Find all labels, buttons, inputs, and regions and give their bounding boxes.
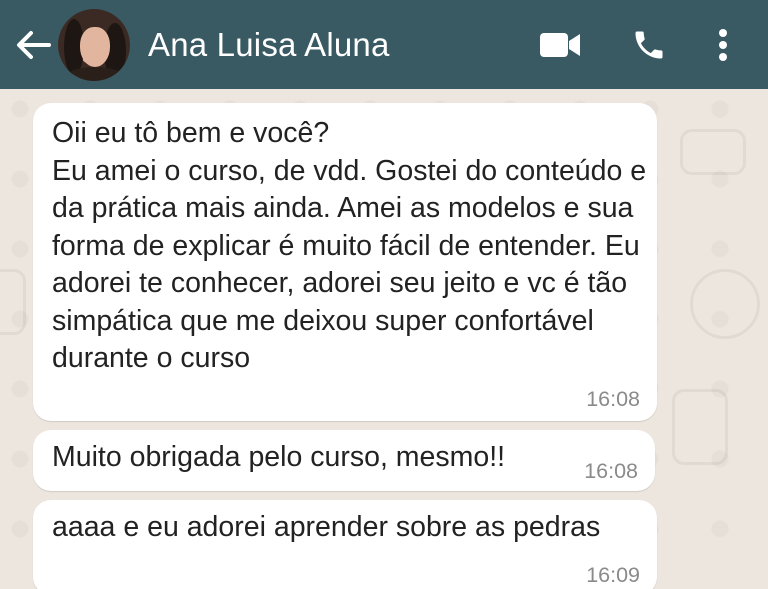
message-time: 16:09 [586,563,640,587]
back-arrow-icon [17,30,51,59]
back-button[interactable] [6,0,60,89]
message-bubble[interactable]: Oii eu tô bem e você? Eu amei o curso, d… [33,103,657,421]
more-options-button[interactable] [713,0,733,89]
video-call-icon [540,32,580,57]
phone-icon [635,31,663,58]
chat-area[interactable]: Oii eu tô bem e você? Eu amei o curso, d… [0,89,768,589]
more-options-icon [719,28,727,61]
message-time: 16:08 [586,387,640,411]
wallpaper-doodle [690,269,760,339]
wallpaper-doodle [672,389,728,465]
message-bubble[interactable]: Muito obrigada pelo curso, mesmo!! 16:08 [33,430,655,491]
voice-call-button[interactable] [629,0,669,89]
wallpaper-doodle [0,269,26,335]
message-text: aaaa e eu adorei aprender sobre as pedra… [52,511,601,543]
message-text: Oii eu tô bem e você? Eu amei o curso, d… [52,117,647,374]
chat-header: Ana Luisa Aluna [0,0,768,89]
avatar[interactable] [58,8,130,81]
message-text: Muito obrigada pelo curso, mesmo!! [52,441,506,473]
contact-name[interactable]: Ana Luisa Aluna [148,26,537,64]
video-call-button[interactable] [537,0,583,89]
message-bubble[interactable]: aaaa e eu adorei aprender sobre as pedra… [33,500,657,589]
wallpaper-doodle [680,129,746,175]
message-time: 16:08 [584,459,638,483]
